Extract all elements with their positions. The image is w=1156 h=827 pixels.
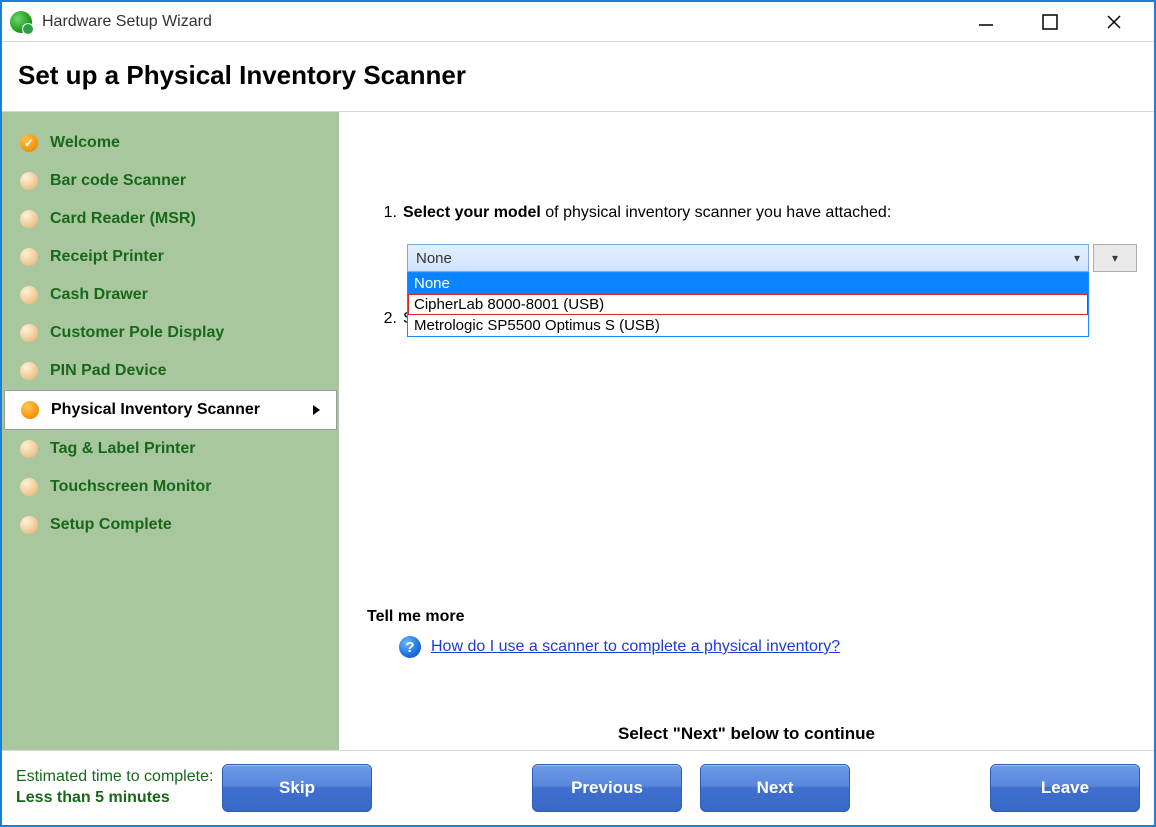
maximize-button[interactable]: [1038, 10, 1062, 34]
window-controls: [974, 10, 1146, 34]
step-tag-label-printer[interactable]: Tag & Label Printer: [2, 430, 339, 468]
wizard-window: Hardware Setup Wizard Set up a Physical …: [0, 0, 1156, 827]
tell-me-more-heading: Tell me more: [367, 608, 465, 626]
step-barcode-scanner[interactable]: Bar code Scanner: [2, 162, 339, 200]
instruction-1: 1. Select your model of physical invento…: [377, 204, 891, 222]
next-button[interactable]: Next: [700, 764, 850, 812]
chevron-down-icon: ▾: [1074, 251, 1080, 265]
step-label: Physical Inventory Scanner: [51, 401, 260, 419]
window-title: Hardware Setup Wizard: [42, 13, 212, 31]
step-label: PIN Pad Device: [50, 362, 167, 380]
instruction-number: 1.: [377, 204, 397, 222]
option-metrologic[interactable]: Metrologic SP5500 Optimus S (USB): [408, 315, 1088, 336]
check-icon: [20, 134, 38, 152]
step-label: Tag & Label Printer: [50, 440, 196, 458]
continue-hint: Select "Next" below to continue: [339, 724, 1154, 744]
step-welcome[interactable]: Welcome: [2, 124, 339, 162]
bullet-icon: [20, 286, 38, 304]
scanner-model-aux-button[interactable]: ▾: [1093, 244, 1137, 272]
bullet-icon: [20, 210, 38, 228]
select-value: None: [416, 250, 452, 267]
app-icon: [10, 11, 32, 33]
step-touchscreen-monitor[interactable]: Touchscreen Monitor: [2, 468, 339, 506]
page-title: Set up a Physical Inventory Scanner: [18, 60, 1138, 91]
instruction-bold: Select your model: [403, 204, 541, 221]
leave-button[interactable]: Leave: [990, 764, 1140, 812]
bullet-icon: [20, 362, 38, 380]
chevron-right-icon: [313, 405, 320, 415]
option-cipherlab[interactable]: CipherLab 8000-8001 (USB): [408, 294, 1088, 315]
step-label: Bar code Scanner: [50, 172, 186, 190]
wizard-body: Welcome Bar code Scanner Card Reader (MS…: [2, 112, 1154, 751]
scanner-model-dropdown[interactable]: None CipherLab 8000-8001 (USB) Metrologi…: [407, 272, 1089, 337]
step-card-reader[interactable]: Card Reader (MSR): [2, 200, 339, 238]
bullet-current-icon: [21, 401, 39, 419]
step-physical-inventory-scanner[interactable]: Physical Inventory Scanner: [4, 390, 337, 430]
wizard-steps-sidebar: Welcome Bar code Scanner Card Reader (MS…: [2, 112, 339, 750]
instruction-number: 2.: [377, 310, 397, 328]
skip-button[interactable]: Skip: [222, 764, 372, 812]
step-label: Customer Pole Display: [50, 324, 224, 342]
step-label: Cash Drawer: [50, 286, 148, 304]
bullet-icon: [20, 172, 38, 190]
step-label: Touchscreen Monitor: [50, 478, 212, 496]
step-label: Welcome: [50, 134, 120, 152]
minimize-button[interactable]: [974, 10, 998, 34]
help-link[interactable]: How do I use a scanner to complete a phy…: [431, 638, 840, 656]
wizard-page-content: 1. Select your model of physical invento…: [339, 112, 1154, 750]
step-cash-drawer[interactable]: Cash Drawer: [2, 276, 339, 314]
chevron-down-icon: ▾: [1112, 251, 1118, 265]
title-bar: Hardware Setup Wizard: [2, 2, 1154, 42]
bullet-icon: [20, 516, 38, 534]
bullet-icon: [20, 324, 38, 342]
step-label: Card Reader (MSR): [50, 210, 196, 228]
scanner-model-select[interactable]: None ▾: [407, 244, 1089, 272]
estimated-time: Estimated time to complete: Less than 5 …: [16, 767, 213, 809]
previous-button[interactable]: Previous: [532, 764, 682, 812]
bullet-icon: [20, 440, 38, 458]
step-label: Setup Complete: [50, 516, 172, 534]
help-link-row: ? How do I use a scanner to complete a p…: [399, 636, 840, 658]
eta-value: Less than 5 minutes: [16, 788, 213, 809]
scanner-model-select-row: None ▾ ▾: [407, 244, 1137, 272]
step-setup-complete[interactable]: Setup Complete: [2, 506, 339, 544]
close-button[interactable]: [1102, 10, 1126, 34]
step-label: Receipt Printer: [50, 248, 164, 266]
instruction-text: of physical inventory scanner you have a…: [541, 204, 891, 221]
bullet-icon: [20, 478, 38, 496]
wizard-footer: Estimated time to complete: Less than 5 …: [2, 751, 1154, 825]
page-heading-area: Set up a Physical Inventory Scanner: [2, 42, 1154, 112]
eta-label: Estimated time to complete:: [16, 767, 213, 788]
step-receipt-printer[interactable]: Receipt Printer: [2, 238, 339, 276]
step-pole-display[interactable]: Customer Pole Display: [2, 314, 339, 352]
step-pin-pad[interactable]: PIN Pad Device: [2, 352, 339, 390]
bullet-icon: [20, 248, 38, 266]
help-icon: ?: [399, 636, 421, 658]
option-none[interactable]: None: [408, 273, 1088, 294]
